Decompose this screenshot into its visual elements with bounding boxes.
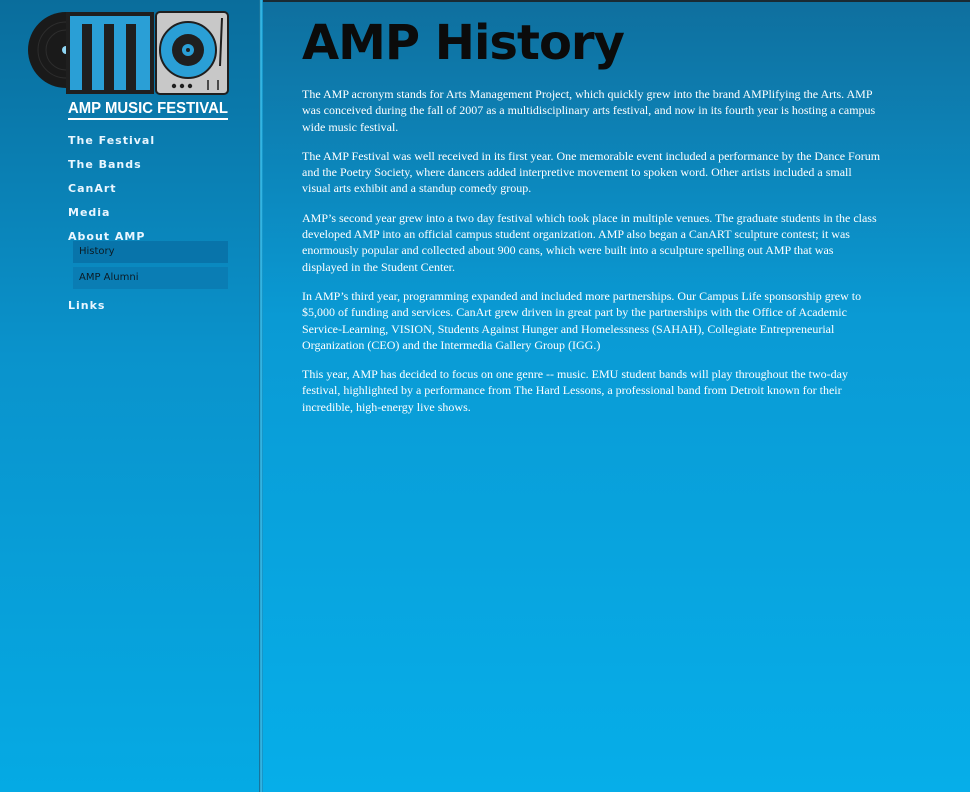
history-paragraph-5: This year, AMP has decided to focus on o…	[302, 367, 848, 414]
history-paragraph-3: AMP’s second year grew into a two day fe…	[302, 210, 877, 274]
history-paragraph-1: The AMP acronym stands for Arts Manageme…	[302, 87, 876, 134]
nav-about-amp[interactable]: About AMP	[68, 230, 238, 243]
history-paragraph-4: In AMP’s third year, programming expande…	[302, 288, 862, 352]
page-title: AMP History	[302, 15, 625, 71]
nav-media[interactable]: Media	[68, 206, 238, 230]
nav-links[interactable]: Links	[68, 299, 238, 323]
subnav-amp-alumni[interactable]: AMP Alumni	[73, 267, 228, 289]
logo-caption: AMP MUSIC FESTIVAL	[68, 100, 228, 117]
history-paragraph-2: The AMP Festival was well received in it…	[302, 148, 881, 196]
nav-the-bands[interactable]: The Bands	[68, 158, 238, 182]
main-content: AMP History The AMP acronym stands for A…	[302, 14, 882, 428]
subnav-history[interactable]: History	[73, 241, 228, 263]
nav-canart[interactable]: CanArt	[68, 182, 238, 206]
nav-the-festival[interactable]: The Festival	[68, 134, 238, 158]
amp-logo[interactable]: AMP MUSIC FESTIVAL	[24, 10, 230, 124]
sidebar-divider	[259, 0, 263, 792]
main-nav: The Festival The Bands CanArt Media Abou…	[68, 134, 238, 323]
